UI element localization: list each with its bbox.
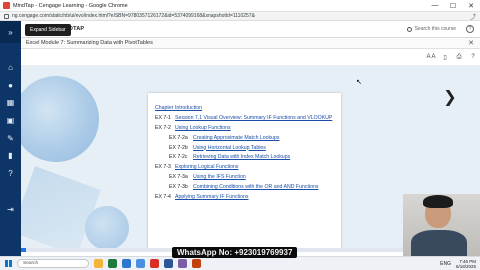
- windows-taskbar: Search ENG 7:46 PM 6/18/2025: [0, 256, 480, 270]
- expand-sidebar-tooltip: Expand Sidebar: [25, 24, 71, 36]
- url-text[interactable]: ng.cengage.com/static/nb/ui/evo/index.ht…: [12, 13, 469, 19]
- window-titlebar: MindTap - Cengage Learning - Google Chro…: [0, 0, 480, 12]
- whatsapp-watermark: WhatsApp No: +923019769937: [172, 247, 298, 258]
- toc-link[interactable]: Exploring Logical Functions: [175, 164, 335, 171]
- notes-icon[interactable]: ✎: [0, 130, 21, 146]
- progress-fill: [21, 248, 26, 252]
- toc-number: EX 7-2b: [169, 144, 188, 151]
- module-title: Excel Module 7: Summarizing Data with Pi…: [26, 40, 153, 46]
- toc-item[interactable]: EX 7-2a Creating Approximate Match Looku…: [155, 135, 335, 142]
- webcam-overlay: [403, 194, 480, 256]
- taskbar-search[interactable]: Search: [17, 259, 89, 268]
- webcam-person-shirt: [411, 230, 467, 256]
- app-icon[interactable]: [178, 259, 187, 268]
- home-icon[interactable]: ⌂: [0, 59, 21, 75]
- word-icon[interactable]: [164, 259, 173, 268]
- webcam-person-hair: [423, 195, 453, 208]
- calendar-icon[interactable]: ▣: [0, 112, 21, 128]
- toc-item[interactable]: EX 7-3b Combining Conditions with the OR…: [155, 184, 335, 191]
- mindtap-app-icon: [3, 2, 10, 9]
- decorative-globe: [21, 76, 99, 162]
- help-button[interactable]: ?: [466, 25, 474, 33]
- toc-link[interactable]: Using the IFS Function: [193, 174, 335, 181]
- next-page-arrow-icon[interactable]: ❯: [443, 88, 456, 106]
- toc-link[interactable]: Session 7.1 Visual Overview: Summary IF …: [175, 115, 335, 122]
- course-header: INDTAP Search this course ?: [21, 21, 480, 38]
- toc-link[interactable]: Chapter Introduction: [155, 105, 335, 112]
- powerpoint-icon[interactable]: [192, 259, 201, 268]
- toc-number: EX 7-2c: [169, 154, 188, 161]
- toc-number: EX 7-4: [155, 194, 171, 201]
- reader-help-button[interactable]: ?: [466, 54, 480, 60]
- toc-number: EX 7-2a: [169, 134, 188, 141]
- toc-link[interactable]: Using Lookup Functions: [175, 125, 335, 132]
- taskbar-clock[interactable]: 7:46 PM 6/18/2025: [456, 259, 476, 269]
- toc-item[interactable]: EX 7-1 Session 7.1 Visual Overview: Summ…: [155, 115, 335, 122]
- toc-item[interactable]: EX 7-3 Exploring Logical Functions: [155, 164, 335, 171]
- toc-number: EX 7-3b: [169, 184, 188, 191]
- module-bar: Excel Module 7: Summarizing Data with Pi…: [21, 38, 480, 49]
- toc-item[interactable]: EX 7-2c Retrieving Data with Index Match…: [155, 154, 335, 161]
- excel-icon[interactable]: [108, 259, 117, 268]
- toc-link[interactable]: Using Horizontal Lookup Tables: [193, 145, 335, 152]
- clock-time: 7:46 PM: [459, 258, 476, 264]
- system-tray: ENG 7:46 PM 6/18/2025: [440, 259, 476, 269]
- print-button[interactable]: ⎙: [452, 54, 466, 61]
- help-icon[interactable]: ?: [0, 165, 21, 181]
- bookmark-icon[interactable]: ▮: [0, 147, 21, 163]
- profile-icon[interactable]: ●: [0, 77, 21, 93]
- window-controls: — ☐ ✕: [426, 0, 480, 12]
- maximize-button[interactable]: ☐: [444, 0, 462, 12]
- toc-item[interactable]: EX 7-4 Applying Summary IF Functions: [155, 194, 335, 201]
- toc-number: EX 7-3: [155, 164, 171, 171]
- address-bar[interactable]: ng.cengage.com/static/nb/ui/evo/index.ht…: [0, 12, 480, 21]
- toc-number: EX 7-3a: [169, 174, 188, 181]
- toc-link[interactable]: Retrieving Data with Index Match Lookups: [193, 154, 335, 161]
- mouse-cursor-icon: ↖: [356, 79, 362, 86]
- toc-link[interactable]: Combining Conditions with the OR and AND…: [193, 184, 335, 191]
- text-size-button[interactable]: A A: [424, 54, 438, 60]
- expand-sidebar-button[interactable]: »: [0, 21, 21, 43]
- toc-number: EX 7-1: [155, 114, 171, 121]
- search-icon: [406, 26, 412, 32]
- toc-number: EX 7-2: [155, 124, 171, 131]
- reader-toolbar: A A ▯ ⎙ ?: [21, 49, 480, 66]
- decorative-globe-small: [85, 206, 129, 250]
- minimize-button[interactable]: —: [426, 0, 444, 12]
- edge-icon[interactable]: [122, 259, 131, 268]
- language-indicator[interactable]: ENG: [440, 261, 451, 267]
- toc-link[interactable]: Applying Summary IF Functions: [175, 194, 335, 201]
- close-module-button[interactable]: ✕: [466, 39, 476, 47]
- file-explorer-icon[interactable]: [94, 259, 103, 268]
- lock-icon: [4, 13, 9, 19]
- grades-icon[interactable]: ▦: [0, 94, 21, 110]
- search-label: Search this course: [414, 26, 456, 32]
- toc-link[interactable]: Creating Approximate Match Lookups: [193, 135, 335, 142]
- bookmark-button[interactable]: ▯: [438, 54, 452, 61]
- share-icon[interactable]: ⤴: [469, 12, 477, 21]
- left-sidebar: » ⌂ ● ▦ ▣ ✎ ▮ ? ⇥: [0, 21, 21, 256]
- close-window-button[interactable]: ✕: [462, 0, 480, 12]
- toc-item[interactable]: Chapter Introduction: [155, 105, 335, 112]
- store-icon[interactable]: [136, 259, 145, 268]
- windows-start-icon[interactable]: [5, 260, 12, 267]
- clock-date: 6/18/2025: [455, 263, 476, 269]
- toc-item[interactable]: EX 7-2b Using Horizontal Lookup Tables: [155, 145, 335, 152]
- chrome-icon[interactable]: [150, 259, 159, 268]
- toc-item[interactable]: EX 7-2 Using Lookup Functions: [155, 125, 335, 132]
- window-title: MindTap - Cengage Learning - Google Chro…: [13, 2, 128, 9]
- sign-out-icon[interactable]: ⇥: [0, 201, 21, 217]
- table-of-contents: Chapter Introduction EX 7-1 Session 7.1 …: [148, 93, 341, 252]
- toc-item[interactable]: EX 7-3a Using the IFS Function: [155, 174, 335, 181]
- course-search[interactable]: Search this course: [406, 26, 456, 32]
